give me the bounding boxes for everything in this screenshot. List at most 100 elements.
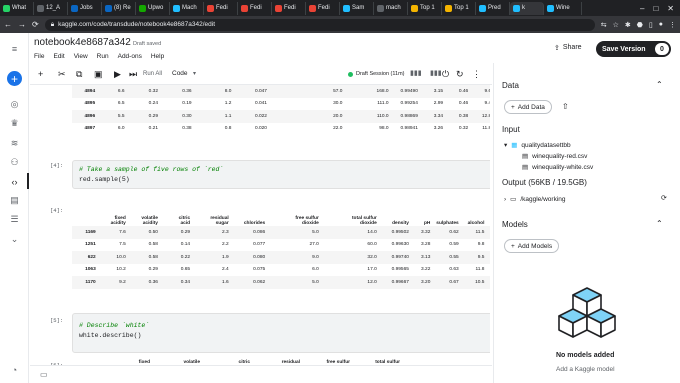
extensions-icon[interactable]: ⬣	[637, 21, 643, 29]
output-folder[interactable]: › ▭ /kaggle/working	[504, 195, 566, 204]
tab-favicon-icon	[343, 4, 350, 12]
chevron-down-icon[interactable]: ▾	[193, 70, 196, 77]
browser-tab[interactable]: Sam	[340, 1, 374, 15]
browser-tab[interactable]: mach	[374, 1, 408, 15]
file-item[interactable]: ▤ winequality-red.csv	[522, 152, 587, 161]
browser-menu-icon[interactable]: ⋮	[669, 21, 676, 29]
table-cell: 98.0	[379, 126, 389, 132]
extension-icon[interactable]: ✱	[625, 21, 631, 29]
more-options-icon[interactable]: ⋮	[472, 69, 481, 80]
table-row: 4897 6.0 0.21 0.38 0.8 0.020 22.0 98.0 0.98941 3.…	[72, 123, 490, 136]
refresh-icon[interactable]: ⟳	[661, 194, 667, 202]
browser-tab[interactable]: Pred	[476, 1, 510, 15]
tab-favicon-icon	[479, 4, 486, 12]
create-icon[interactable]: +	[7, 71, 22, 86]
table-cell: 7.5	[119, 242, 126, 248]
browser-tab[interactable]: 12_A	[34, 1, 68, 15]
tab-favicon-icon	[105, 4, 112, 12]
browser-tab[interactable]: Upwo	[136, 1, 170, 15]
reload-icon[interactable]: ⟳	[32, 20, 39, 29]
browser-tab[interactable]: Wine	[544, 1, 582, 15]
collapse-data-icon[interactable]: ⌃	[656, 80, 663, 89]
back-icon[interactable]: ←	[4, 20, 12, 29]
table-cell: 0.075	[253, 267, 266, 273]
restart-icon[interactable]: ↻	[456, 69, 464, 80]
power-icon[interactable]: ⏻	[442, 69, 449, 80]
table-cell: 5.0	[312, 229, 319, 235]
menu-item-edit[interactable]: Edit	[53, 53, 64, 60]
table-cell: 3.34	[433, 113, 444, 119]
folder-icon: ▭	[510, 196, 517, 203]
bookmark-icon[interactable]: ☆	[613, 21, 619, 29]
notebook-scrollbar[interactable]	[484, 85, 490, 365]
menu-item-file[interactable]: File	[34, 53, 44, 60]
close-icon[interactable]: ✕	[667, 4, 674, 13]
run-all-button[interactable]: Run All	[143, 71, 162, 77]
database-icon[interactable]: ≋	[8, 137, 21, 150]
tab-label: Mach	[182, 5, 197, 11]
save-version-button[interactable]: Save Version 0	[596, 41, 671, 57]
expand-more-icon[interactable]: ⌄	[8, 233, 21, 246]
console-icon[interactable]: ▭	[40, 370, 48, 379]
upload-icon[interactable]: ⇧	[562, 102, 569, 111]
add-data-button[interactable]: + Add Data	[504, 100, 552, 114]
add-kaggle-model-link[interactable]: Add a Kaggle model	[556, 366, 615, 373]
menu-item-help[interactable]: Help	[151, 53, 164, 60]
profile-icon[interactable]: ●	[659, 21, 663, 29]
minimize-icon[interactable]: –	[640, 4, 644, 13]
code-cell-4[interactable]: # Take a sample of five rows of `red` re…	[72, 160, 490, 189]
table-cell: 20.0	[333, 113, 343, 119]
models-section-title: Models	[502, 220, 528, 229]
compass-icon[interactable]: ◎	[8, 98, 21, 111]
browser-tab[interactable]: Jobs	[68, 1, 102, 15]
browser-tab[interactable]: Fedi	[204, 1, 238, 15]
menu-item-run[interactable]: Run	[97, 53, 109, 60]
copy-icon[interactable]: ⧉	[76, 69, 82, 80]
maximize-icon[interactable]: □	[653, 4, 658, 13]
menu-item-view[interactable]: View	[74, 53, 88, 60]
forward-icon[interactable]: →	[18, 20, 26, 29]
run-all-icon[interactable]: ⏭	[129, 69, 137, 80]
paste-icon[interactable]: ▣	[94, 69, 103, 80]
progress-icon[interactable]: ◔	[8, 363, 21, 376]
session-status[interactable]: Draft Session (11m)	[348, 71, 405, 77]
collapse-models-icon[interactable]: ⌃	[656, 219, 663, 228]
models-icon[interactable]: ⚇	[8, 156, 21, 169]
code-icon[interactable]: ‹›	[8, 175, 21, 188]
tab-favicon-icon	[241, 4, 248, 12]
menu-item-addons[interactable]: Add-ons	[118, 53, 142, 60]
run-cell-icon[interactable]: ▶	[114, 69, 121, 80]
table-cell: 0.34	[180, 279, 191, 285]
browser-tab[interactable]: (8) Re	[102, 1, 136, 15]
add-cell-icon[interactable]: +	[38, 69, 43, 79]
column-header: residual sugar	[192, 206, 231, 226]
browser-tab[interactable]: Fedi	[306, 1, 340, 15]
browser-tab[interactable]: Mach	[170, 1, 204, 15]
hamburger-menu-icon[interactable]: ≡	[8, 42, 21, 55]
share-button[interactable]: ⇪ Share	[554, 44, 582, 52]
tab-favicon-icon	[173, 4, 180, 12]
code-cell-5[interactable]: # Describe `white` white.describe()	[72, 313, 490, 353]
browser-tab[interactable]: Top 1	[442, 1, 476, 15]
url-field[interactable]: 🔒︎ kaggle.com/code/transdude/notebook4e8…	[44, 18, 595, 31]
browser-tab[interactable]: Top 1	[408, 1, 442, 15]
dataset-item[interactable]: ▾ ▦ qualitydatasettbb	[504, 141, 571, 150]
browser-tab[interactable]: k	[510, 1, 544, 15]
cell-type-select[interactable]: Code	[172, 70, 188, 77]
browser-tab[interactable]: Fedi	[272, 1, 306, 15]
cut-icon[interactable]: ✂	[58, 69, 66, 80]
trophy-icon[interactable]: ♛	[8, 117, 21, 130]
output-section-title: Output (56KB / 19.5GB)	[502, 178, 587, 187]
browser-tab[interactable]: Fedi	[238, 1, 272, 15]
address-bar-row: ← → ⟳ 🔒︎ kaggle.com/code/transdude/noteb…	[0, 16, 680, 33]
translate-icon[interactable]: ⇆	[601, 21, 607, 29]
notebook-title[interactable]: notebook4e8687a342	[34, 37, 131, 48]
learn-icon[interactable]: ☰	[8, 213, 21, 226]
discussion-icon[interactable]: ▤	[8, 194, 21, 207]
browser-tab[interactable]: What	[0, 1, 34, 15]
add-models-button[interactable]: + Add Models	[504, 239, 560, 253]
column-header: pH	[411, 206, 432, 226]
file-item[interactable]: ▤ winequality-white.csv	[522, 163, 593, 172]
share-label: Share	[562, 44, 582, 51]
sidebar-icon[interactable]: ▯	[649, 21, 653, 29]
